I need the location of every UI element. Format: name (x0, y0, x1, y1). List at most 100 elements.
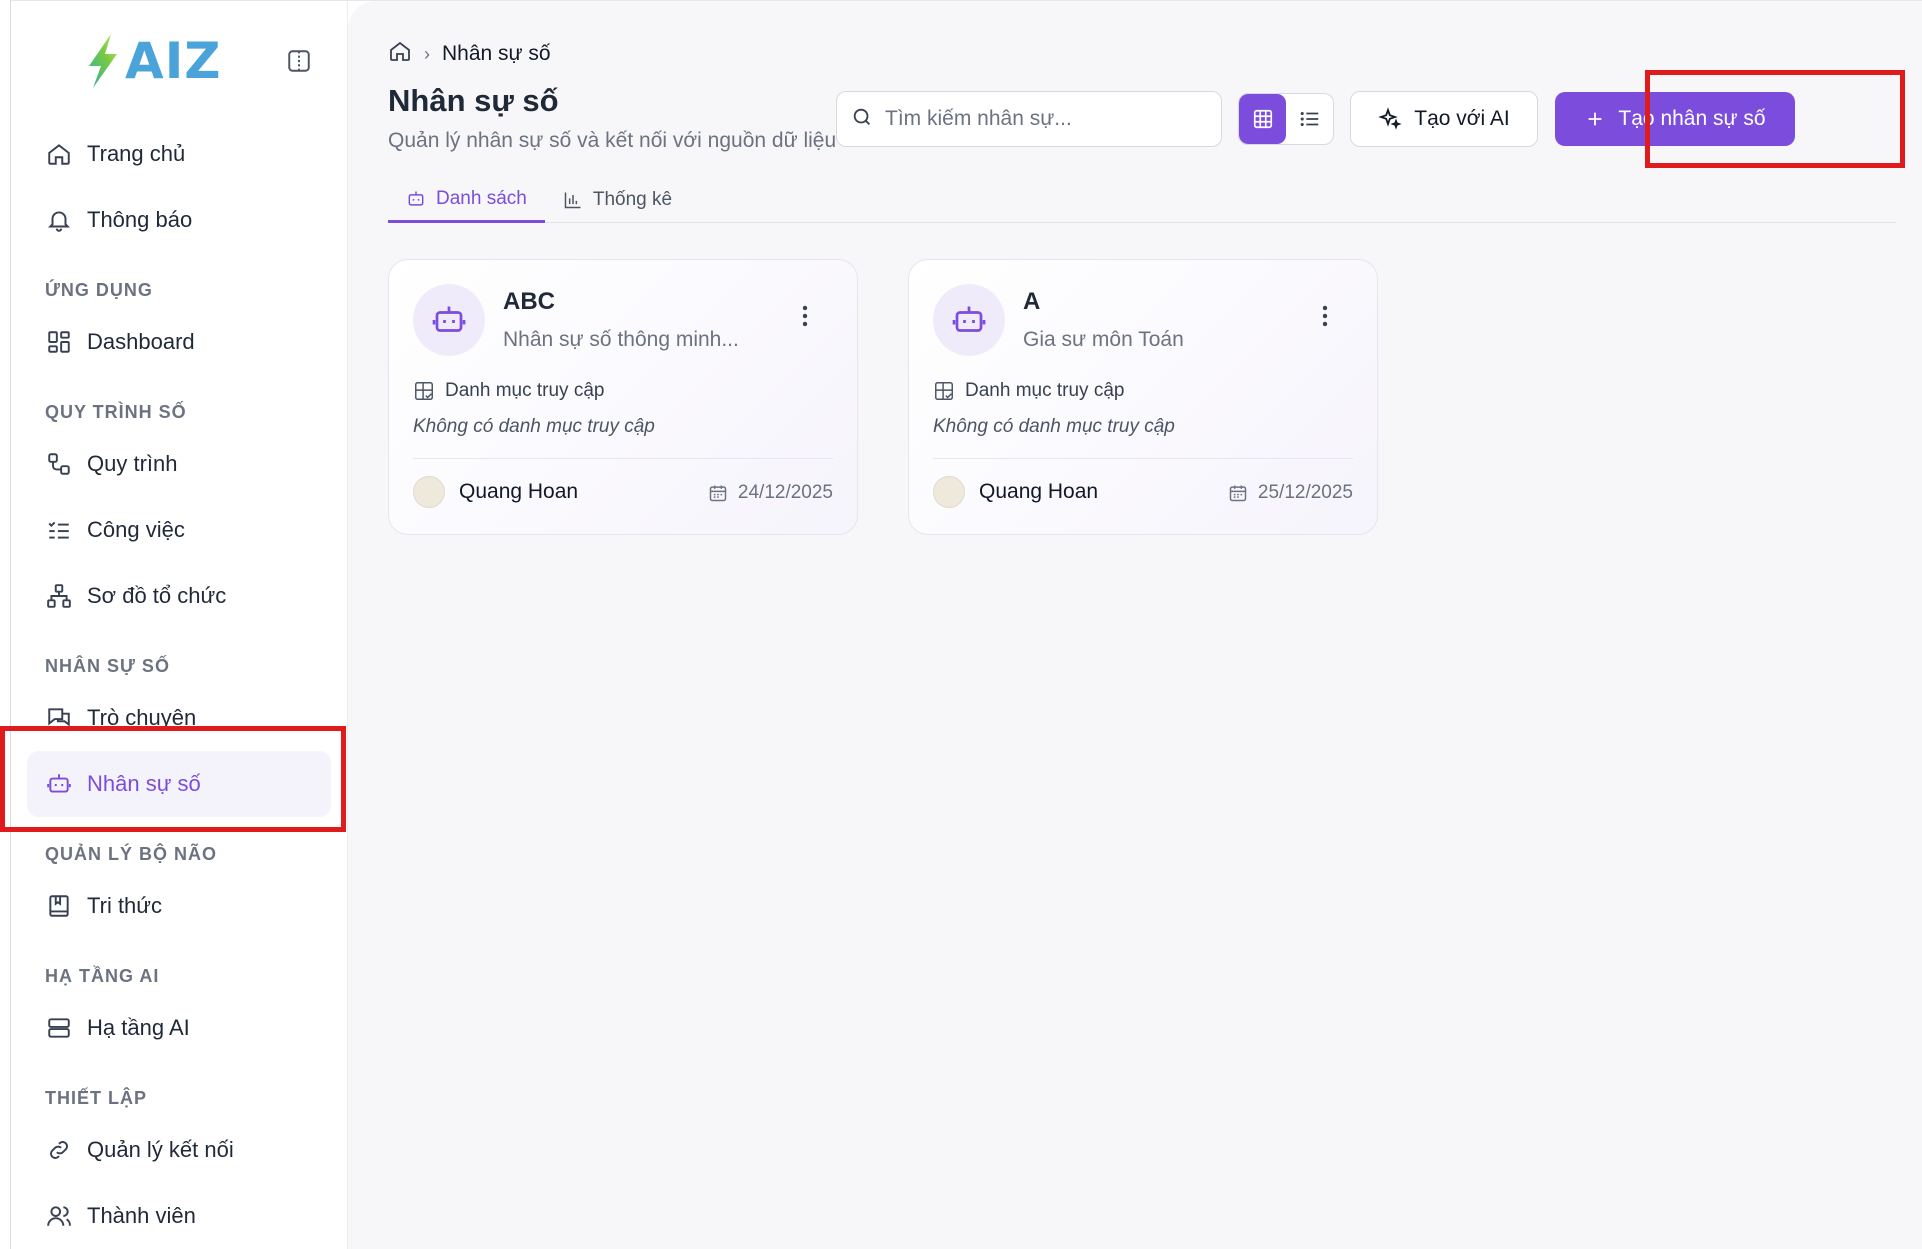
bot-icon (952, 306, 986, 332)
chevron-right-icon: › (424, 43, 430, 64)
list-view-button[interactable] (1286, 94, 1333, 144)
card-owner: Quang Hoan (413, 476, 578, 508)
sidebar-item-tasks[interactable]: Công việc (27, 497, 331, 563)
tabs: Danh sách Thống kê (388, 177, 1896, 223)
list-icon (1300, 111, 1318, 127)
sidebar-item-workflow[interactable]: Quy trình (27, 431, 331, 497)
access-category-row: Danh mục truy cập (413, 380, 604, 402)
category-icon (935, 382, 953, 400)
tab-statistics[interactable]: Thống kê (545, 177, 690, 223)
plus-icon (1589, 112, 1602, 126)
calendar-icon (1229, 485, 1247, 502)
card-description: Nhân sự số thông minh... (503, 328, 739, 351)
tab-label: Thống kê (592, 189, 673, 210)
category-icon (415, 382, 433, 400)
access-category-label: Danh mục truy cập (445, 380, 605, 401)
link-icon (45, 1136, 73, 1164)
avatar (413, 476, 445, 508)
card-name: A (1023, 288, 1041, 315)
sidebar-item-label: Thông báo (87, 207, 193, 232)
sidebar-item-knowledge[interactable]: Tri thức (27, 873, 331, 939)
more-options-button[interactable] (1313, 302, 1337, 330)
card-name: ABC (503, 288, 555, 315)
create-digital-staff-label: Tạo nhân sự số (1618, 107, 1766, 130)
create-digital-staff-button[interactable]: Tạo nhân sự số (1555, 92, 1795, 146)
sidebar-item-label: Trang chủ (87, 141, 186, 166)
search-input[interactable] (885, 107, 1185, 131)
bot-icon (408, 191, 424, 206)
more-vertical-icon (1322, 305, 1328, 327)
grid-view-button[interactable] (1239, 94, 1286, 144)
avatar (933, 476, 965, 508)
sidebar-item-org-chart[interactable]: Sơ đồ tổ chức (27, 563, 331, 629)
owner-name: Quang Hoan (979, 480, 1099, 503)
users-icon (45, 1202, 73, 1230)
card-date: 24/12/2025 (708, 482, 833, 504)
more-vertical-icon (802, 305, 808, 327)
owner-name: Quang Hoan (459, 480, 579, 503)
more-options-button[interactable] (793, 302, 817, 330)
dashboard-icon (45, 328, 73, 356)
card-divider (413, 458, 833, 459)
home-icon[interactable] (388, 39, 412, 69)
section-title-ai-infra: HẠ TẦNG AI (45, 966, 160, 986)
section-title-digital-staff: NHÂN SỰ SỐ (45, 656, 170, 676)
logo[interactable]: AIZ (83, 32, 222, 90)
sidebar-item-label: Sơ đồ tổ chức (87, 583, 227, 608)
digital-staff-card[interactable]: A Gia sư môn Toán Danh mục truy cập Khôn… (908, 259, 1378, 535)
sidebar-item-digital-staff[interactable]: Nhân sự số (27, 751, 331, 817)
digital-staff-card[interactable]: ABC Nhân sự số thông minh... Danh mục tr… (388, 259, 858, 535)
sidebar-item-home[interactable]: Trang chủ (27, 121, 331, 187)
server-icon (45, 1014, 73, 1042)
sidebar-item-label: Quản lý kết nối (87, 1137, 234, 1162)
date-text: 25/12/2025 (1257, 482, 1353, 503)
sidebar-item-label: Nhân sự số (87, 771, 201, 796)
sidebar-item-dashboard[interactable]: Dashboard (27, 309, 331, 375)
breadcrumb: › Nhân sự số (388, 39, 551, 69)
sidebar-item-members[interactable]: Thành viên (27, 1183, 331, 1249)
workflow-icon (45, 450, 73, 478)
create-with-ai-button[interactable]: Tạo với AI (1350, 91, 1538, 147)
search-icon (851, 106, 873, 133)
sidebar-item-label: Công việc (87, 517, 185, 542)
access-category-empty: Không có danh mục truy cập (933, 416, 1175, 437)
card-description: Gia sư môn Toán (1023, 328, 1184, 351)
bot-icon (432, 306, 466, 332)
section-title-brain: QUẢN LÝ BỘ NÃO (45, 844, 218, 864)
sidebar-item-ai-infra[interactable]: Hạ tầng AI (27, 995, 331, 1061)
sidebar-toggle-icon (288, 50, 310, 72)
page-subtitle: Quản lý nhân sự số và kết nối với nguồn … (388, 129, 837, 152)
section-title-digital-process: QUY TRÌNH SỐ (45, 402, 187, 422)
bot-avatar (413, 284, 485, 356)
app-window: AIZ Trang chủ Thông báo ỨNG DỤNG Dashboa… (10, 0, 1922, 1249)
bot-avatar (933, 284, 1005, 356)
card-grid: ABC Nhân sự số thông minh... Danh mục tr… (388, 259, 1378, 535)
breadcrumb-current: Nhân sự số (442, 42, 551, 65)
collapse-sidebar-button[interactable] (281, 43, 317, 79)
logo-text: AIZ (125, 32, 222, 90)
sidebar-item-label: Quy trình (87, 451, 178, 476)
sidebar-item-label: Thành viên (87, 1203, 196, 1228)
sidebar-nav: Trang chủ Thông báo ỨNG DỤNG Dashboard Q… (11, 121, 347, 1249)
page-title: Nhân sự số (388, 83, 559, 118)
access-category-label: Danh mục truy cập (965, 380, 1125, 401)
tab-label: Danh sách (436, 187, 527, 209)
bot-icon (45, 770, 73, 798)
create-with-ai-label: Tạo với AI (1414, 107, 1510, 130)
grid-icon (1253, 109, 1272, 129)
section-title-apps: ỨNG DỤNG (45, 280, 153, 300)
sidebar-item-label: Hạ tầng AI (87, 1015, 190, 1040)
tab-list[interactable]: Danh sách (388, 177, 545, 223)
logo-row: AIZ (11, 1, 347, 121)
access-category-row: Danh mục truy cập (933, 380, 1124, 402)
section-title-settings: THIẾT LẬP (45, 1088, 147, 1108)
calendar-icon (709, 485, 727, 502)
org-chart-icon (45, 582, 73, 610)
sidebar-item-label: Tri thức (87, 893, 163, 918)
sidebar-item-connections[interactable]: Quản lý kết nối (27, 1117, 331, 1183)
sidebar-item-chat[interactable]: Trò chuyện (27, 685, 331, 751)
view-toggle (1238, 93, 1334, 145)
home-icon (45, 140, 73, 168)
main-content: › Nhân sự số Nhân sự số Quản lý nhân sự … (348, 1, 1922, 1249)
sidebar-item-notifications[interactable]: Thông báo (27, 187, 331, 253)
